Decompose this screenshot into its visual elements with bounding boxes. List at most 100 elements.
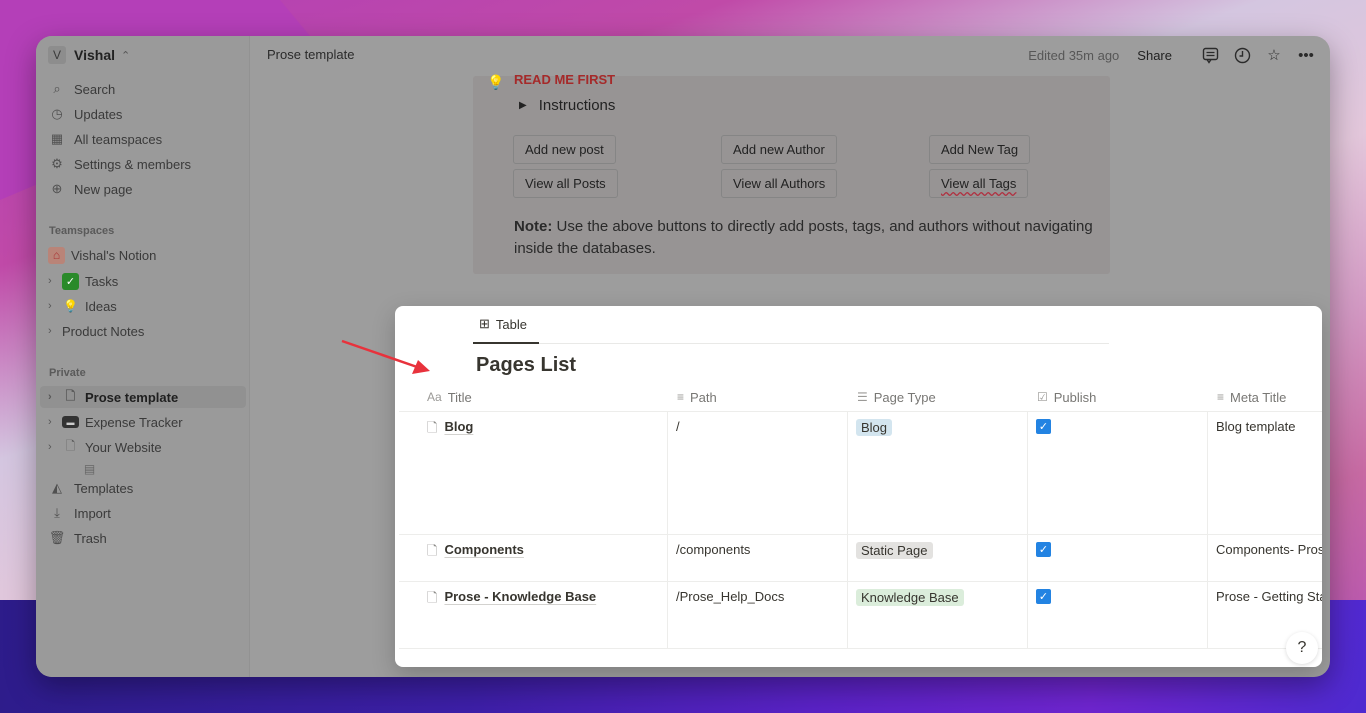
sidebar-item-label: Search	[74, 81, 116, 97]
templates-icon: ◭	[52, 480, 62, 495]
chevron-right-icon[interactable]: ›	[48, 416, 58, 428]
sidebar-item-import[interactable]: ⤓ Import	[48, 502, 111, 524]
column-header-page-type[interactable]: ☰ Page Type	[847, 382, 1027, 412]
sidebar-item-your-website[interactable]: › 🗋 Your Website	[40, 436, 246, 458]
cell-page-type[interactable]: Static Page	[848, 535, 1028, 581]
share-button[interactable]: Share	[1137, 48, 1172, 63]
view-all-tags-button[interactable]: View all Tags	[929, 169, 1029, 198]
comment-icon[interactable]	[1200, 45, 1220, 65]
teamspaces-label: Teamspaces	[49, 225, 115, 237]
search-icon: ⌕	[53, 81, 61, 96]
checkbox-icon: ☑	[1037, 390, 1048, 404]
view-tabs: ⊞ Table	[473, 306, 1109, 344]
page-type-tag: Static Page	[856, 542, 933, 559]
column-label: Path	[690, 389, 717, 405]
list-icon: ☰	[857, 390, 868, 404]
history-clock-icon[interactable]	[1232, 45, 1252, 65]
table-row[interactable]: 🗋 Blog / Blog ✓ Blog template	[399, 412, 1322, 535]
read-me-callout: 💡 READ ME FIRST ▶ Instructions Add new p…	[473, 72, 1110, 274]
tab-label: Table	[495, 316, 527, 332]
star-icon[interactable]: ☆	[1264, 45, 1284, 65]
chevron-right-icon[interactable]: ›	[48, 325, 58, 337]
add-new-author-button[interactable]: Add new Author	[721, 135, 837, 164]
building-icon: ▦	[50, 131, 64, 146]
cell-title[interactable]: 🗋 Prose - Knowledge Base	[399, 582, 668, 648]
column-header-meta-title[interactable]: ≡ Meta Title	[1207, 382, 1322, 412]
sidebar-item-label: Product Notes	[62, 323, 145, 339]
topbar: Prose template Edited 35m ago Share ☆ ••…	[250, 36, 1330, 74]
callout-title: READ ME FIRST	[514, 72, 616, 87]
page-title-link[interactable]: Prose - Knowledge Base	[444, 589, 596, 604]
more-icon[interactable]: •••	[1296, 45, 1316, 65]
view-all-authors-button[interactable]: View all Authors	[721, 169, 838, 198]
sidebar-item-updates[interactable]: ◷ Updates	[48, 103, 122, 125]
table-row[interactable]: 🗋 Components /components Static Page ✓ C…	[399, 535, 1322, 582]
sidebar-item-label: Import	[74, 505, 111, 521]
tab-table[interactable]: ⊞ Table	[473, 306, 539, 344]
annotation-arrow	[341, 339, 430, 374]
sidebar-item-label: Trash	[74, 530, 107, 546]
cell-page-type[interactable]: Blog	[848, 412, 1028, 534]
sidebar-item-label: Templates	[74, 480, 134, 496]
sidebar-item-search[interactable]: ⌕ Search	[48, 78, 115, 100]
workspace-switcher[interactable]: V Vishal ⌃	[48, 46, 130, 64]
sidebar-item-ideas[interactable]: › 💡 Ideas	[40, 295, 246, 317]
trash-icon: 🗑	[48, 530, 66, 545]
sidebar-item-new-page[interactable]: ⊕ New page	[48, 178, 133, 200]
sidebar-item-expense-tracker[interactable]: › ▬ Expense Tracker	[40, 411, 246, 433]
topbar-actions: Edited 35m ago Share ☆ •••	[1028, 45, 1316, 65]
clock-icon: ◷	[51, 106, 63, 121]
view-all-posts-button[interactable]: View all Posts	[513, 169, 618, 198]
column-header-title[interactable]: Aa Title	[399, 382, 667, 412]
breadcrumb[interactable]: Prose template	[267, 47, 354, 62]
text-lines-icon: ≡	[677, 390, 685, 404]
sidebar-item-settings[interactable]: ⚙ Settings & members	[48, 153, 191, 175]
page-title-link[interactable]: Blog	[444, 419, 473, 434]
instructions-toggle[interactable]: ▶ Instructions	[519, 97, 615, 114]
document-icon: 🗋	[65, 438, 76, 453]
publish-checkbox[interactable]: ✓	[1036, 542, 1051, 557]
cell-meta-title[interactable]: Components- Prose	[1208, 535, 1322, 581]
toggle-label: Instructions	[538, 97, 616, 114]
page-title-link[interactable]: Components	[444, 542, 523, 557]
notion-window: V Vishal ⌃ ⌕ Search ◷ Updates ▦ All team…	[36, 36, 1330, 677]
cell-title[interactable]: 🗋 Blog	[399, 412, 668, 534]
sidebar-item-all-teamspaces[interactable]: ▦ All teamspaces	[48, 128, 162, 150]
cell-publish[interactable]: ✓	[1028, 535, 1208, 581]
sidebar-item-prose-template[interactable]: › 🗋 Prose template	[40, 386, 246, 408]
sidebar-item-vishals-notion[interactable]: ⌂ Vishal's Notion	[40, 244, 246, 266]
chevron-right-icon[interactable]: ›	[48, 391, 58, 403]
column-header-path[interactable]: ≡ Path	[667, 382, 847, 412]
chevron-right-icon[interactable]: ›	[48, 275, 58, 287]
publish-checkbox[interactable]: ✓	[1036, 419, 1051, 434]
cell-path[interactable]: /	[668, 412, 848, 534]
cell-path[interactable]: /Prose_Help_Docs	[668, 582, 848, 648]
table-row[interactable]: 🗋 Prose - Knowledge Base /Prose_Help_Doc…	[399, 582, 1322, 649]
publish-checkbox[interactable]: ✓	[1036, 589, 1051, 604]
sidebar-item-label: Your Website	[85, 439, 162, 455]
toggle-triangle-icon[interactable]: ▶	[519, 100, 527, 111]
sidebar-item-product-notes[interactable]: › ▤ Product Notes	[40, 320, 246, 476]
page-type-tag: Knowledge Base	[856, 589, 964, 606]
document-icon: 🗋	[427, 420, 438, 435]
download-icon: ⤓	[54, 505, 60, 520]
cell-path[interactable]: /components	[668, 535, 848, 581]
database-panel: ⊞ Table Pages List Aa Title ≡ Path ☰ Pag…	[395, 306, 1322, 667]
sidebar-item-templates[interactable]: ◭ Templates	[48, 477, 133, 499]
sidebar-item-tasks[interactable]: › ✓ Tasks	[40, 270, 246, 292]
cell-publish[interactable]: ✓	[1028, 582, 1208, 648]
database-title[interactable]: Pages List	[476, 354, 576, 377]
cell-title[interactable]: 🗋 Components	[399, 535, 668, 581]
add-new-post-button[interactable]: Add new post	[513, 135, 616, 164]
cell-page-type[interactable]: Knowledge Base	[848, 582, 1028, 648]
add-new-tag-button[interactable]: Add New Tag	[929, 135, 1031, 164]
cell-meta-title[interactable]: Blog template	[1208, 412, 1322, 534]
cell-publish[interactable]: ✓	[1028, 412, 1208, 534]
column-header-publish[interactable]: ☑ Publish	[1027, 382, 1207, 412]
chevron-right-icon[interactable]: ›	[48, 441, 58, 453]
sidebar-item-trash[interactable]: 🗑 Trash	[48, 527, 107, 549]
chevron-right-icon[interactable]: ›	[48, 300, 58, 312]
sidebar-item-label: Expense Tracker	[85, 414, 183, 430]
note-paragraph[interactable]: Note: Use the above buttons to directly …	[514, 216, 1104, 260]
help-button[interactable]: ?	[1286, 632, 1318, 664]
